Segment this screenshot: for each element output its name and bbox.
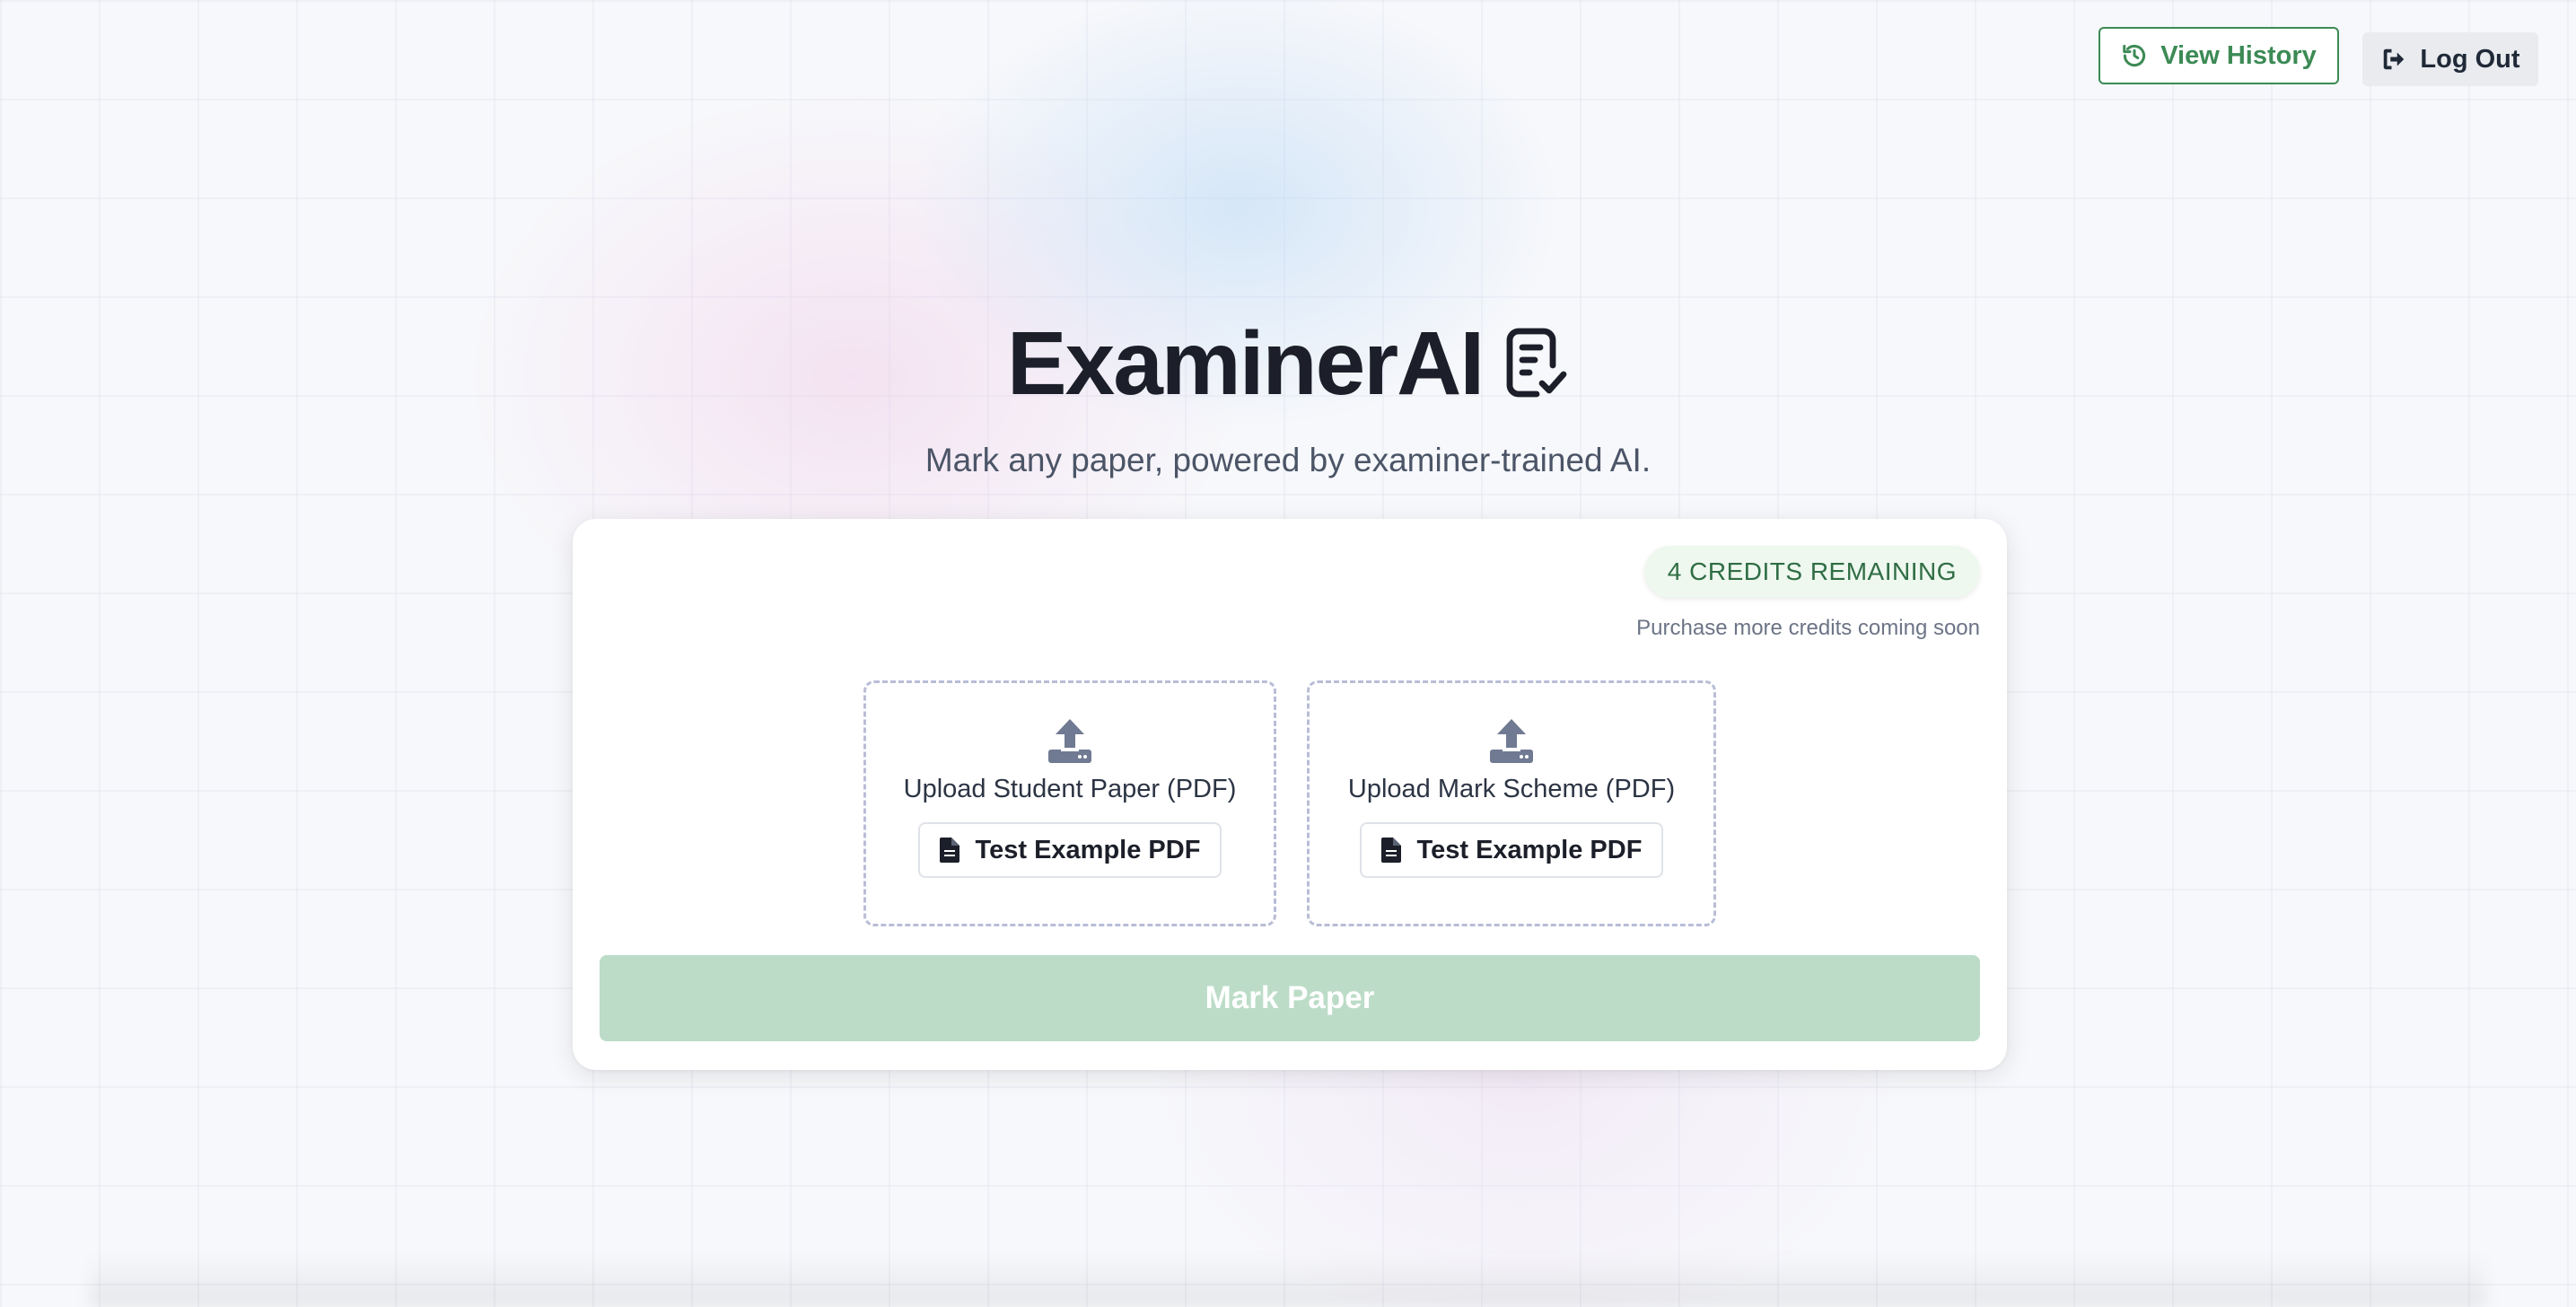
upload-icon xyxy=(1488,719,1535,764)
bottom-shadow xyxy=(90,1253,2486,1307)
log-out-label: Log Out xyxy=(2420,44,2520,74)
view-history-label: View History xyxy=(2160,40,2317,70)
log-out-button[interactable]: Log Out xyxy=(2362,32,2538,86)
upload-student-paper-label: Upload Student Paper (PDF) xyxy=(903,775,1237,803)
test-example-pdf-label: Test Example PDF xyxy=(1416,835,1643,864)
subtitle: Mark any paper, powered by examiner-trai… xyxy=(924,442,1652,478)
hero-heading: ExaminerAI xyxy=(0,319,2576,408)
app-title: ExaminerAI xyxy=(1006,313,1485,414)
purchase-note: Purchase more credits coming soon xyxy=(1636,616,1980,640)
credits-badge: 4 CREDITS REMAINING xyxy=(1643,546,1980,598)
upload-mark-scheme-label: Upload Mark Scheme (PDF) xyxy=(1347,775,1676,803)
upload-icon xyxy=(1047,719,1093,764)
history-icon xyxy=(2121,42,2148,69)
view-history-button[interactable]: View History xyxy=(2098,27,2339,84)
upload-mark-scheme-dropzone[interactable]: Upload Mark Scheme (PDF) Test Example PD… xyxy=(1307,680,1716,926)
mark-paper-button[interactable]: Mark Paper xyxy=(600,955,1980,1041)
logout-icon xyxy=(2380,46,2407,73)
marking-card: 4 CREDITS REMAINING Purchase more credit… xyxy=(573,519,2007,1070)
document-check-icon xyxy=(1504,328,1569,399)
test-example-pdf-button[interactable]: Test Example PDF xyxy=(918,822,1222,878)
file-icon xyxy=(939,838,959,863)
upload-student-paper-dropzone[interactable]: Upload Student Paper (PDF) Test Example … xyxy=(863,680,1276,926)
test-example-pdf-label: Test Example PDF xyxy=(975,835,1201,864)
file-icon xyxy=(1380,838,1401,863)
test-example-pdf-button[interactable]: Test Example PDF xyxy=(1360,822,1663,878)
